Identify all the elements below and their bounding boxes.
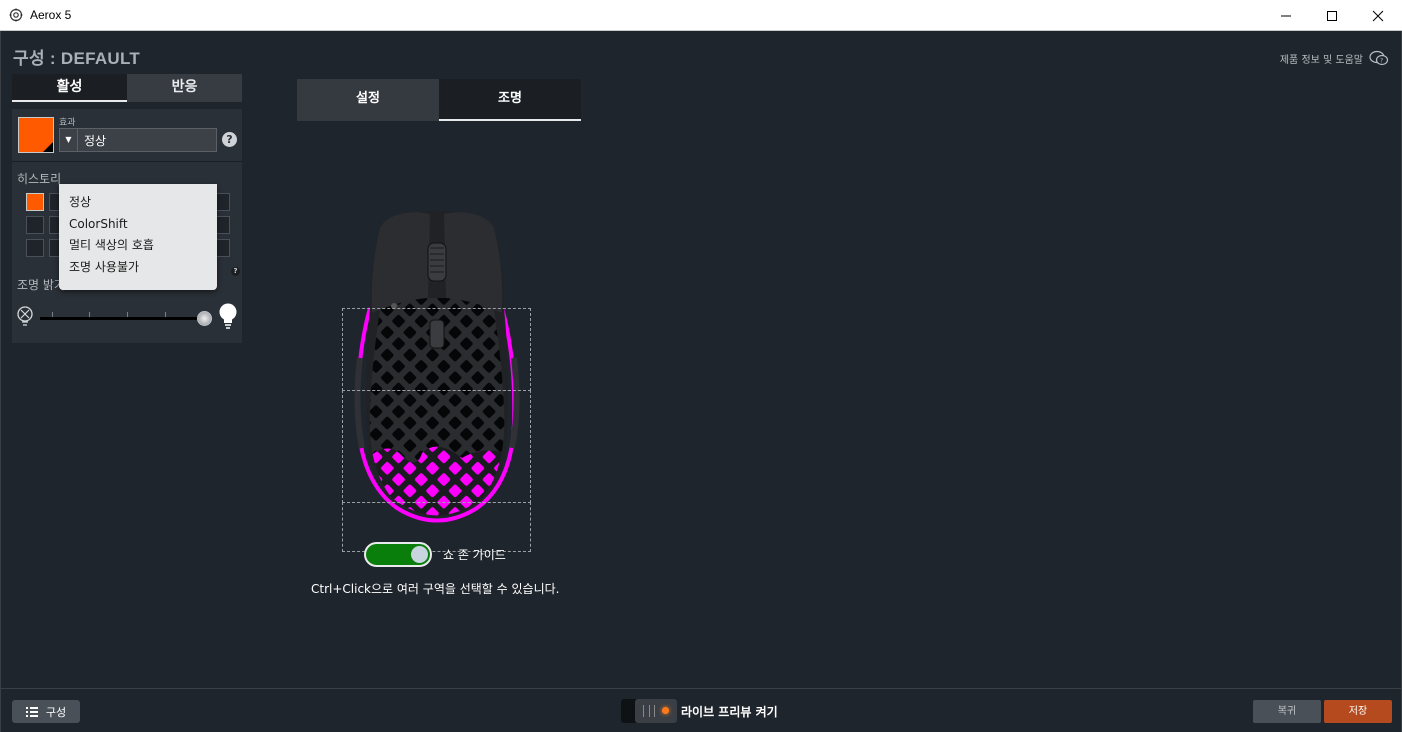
mouse-preview [342,208,532,552]
minimize-icon [1281,15,1291,16]
grip-icon [643,705,655,717]
close-icon [1372,10,1384,21]
svg-text:?: ? [1380,58,1383,65]
config-name: DEFAULT [60,49,141,68]
bulb-off-icon [17,306,33,326]
chevron-down-icon: ▼ [60,129,78,151]
history-color-cell[interactable] [26,239,44,257]
maximize-icon [1327,10,1337,21]
effect-option[interactable]: ColorShift [59,214,217,236]
slider-tick [89,312,90,317]
bulb-on-icon [219,303,237,329]
window-title: Aerox 5 [30,8,72,22]
help-chat-icon: ? [1369,50,1389,66]
maximize-button[interactable] [1309,0,1355,31]
live-preview-switch[interactable] [621,699,677,723]
status-led-icon [662,707,669,714]
tab-reactive[interactable]: 반응 [127,74,242,102]
lighting-zone-1[interactable] [342,308,531,391]
list-icon [25,706,38,717]
multi-select-hint: Ctrl+Click으로 여러 구역을 선택할 수 있습니다. [311,582,560,596]
tab-illumination[interactable]: 조명 [439,79,581,121]
mode-tabs: 설정 조명 [297,79,581,121]
brightness-label: 조명 밝기 [17,278,65,292]
effect-select-value: 정상 [84,133,107,148]
restore-button[interactable]: 복귀 [1253,700,1321,723]
brightness-slider-handle[interactable] [197,311,212,326]
effect-option[interactable]: 조명 사용불가 [59,257,217,279]
minimize-button[interactable] [1263,0,1309,31]
history-label: 히스토리 [17,172,62,186]
effect-option[interactable]: 정상 [59,192,217,214]
zone-guide-toggle[interactable] [364,542,432,567]
live-preview-label: 라이브 프리뷰 켜기 [681,704,778,719]
history-color-cell[interactable] [26,216,44,234]
slider-tick [127,312,128,317]
config-prefix: 구성 : [13,49,61,68]
slider-tick [165,312,166,317]
configs-button[interactable]: 구성 [12,700,80,723]
help-link-label: 제품 정보 및 도움말 [1279,54,1363,66]
switch-knob [635,699,677,723]
page-title: 구성 : DEFAULT [13,44,140,69]
toggle-knob [411,546,428,563]
tab-active[interactable]: 활성 [12,74,127,102]
brightness-slider[interactable] [40,317,208,320]
save-button[interactable]: 저장 [1324,700,1392,723]
zone-guide-label: 쇼 존 가이드 [443,548,506,562]
lighting-zone-2[interactable] [342,390,531,503]
illumination-tabs: 활성 반응 [12,74,242,102]
product-help-link[interactable]: 제품 정보 및 도움말 ? [1280,50,1389,66]
effect-select[interactable]: ▼ 정상 [59,128,217,152]
steelseries-logo-icon [9,8,23,22]
tab-settings[interactable]: 설정 [297,79,439,121]
engine-app: 구성 : DEFAULT 제품 정보 및 도움말 ? 활성 반응 효과 ▼ 정상… [0,31,1402,732]
color-swatch[interactable] [18,117,54,153]
divider [12,161,242,162]
close-button[interactable] [1355,0,1401,31]
history-color-cell[interactable] [26,193,44,211]
effect-label: 효과 [59,118,76,128]
effect-help-icon[interactable]: ? [222,132,237,147]
brightness-help-icon[interactable]: ? [231,267,240,276]
slider-tick [52,312,53,317]
effect-option[interactable]: 멀티 색상의 호흡 [59,235,217,257]
window-titlebar: Aerox 5 [0,0,1402,31]
configs-button-label: 구성 [45,705,67,719]
bottom-bar: 구성 라이브 프리뷰 켜기 복귀 저장 [1,688,1401,732]
effect-dropdown-menu: 정상 ColorShift 멀티 색상의 호흡 조명 사용불가 [59,184,217,290]
live-preview-control: 라이브 프리뷰 켜기 [621,699,778,723]
